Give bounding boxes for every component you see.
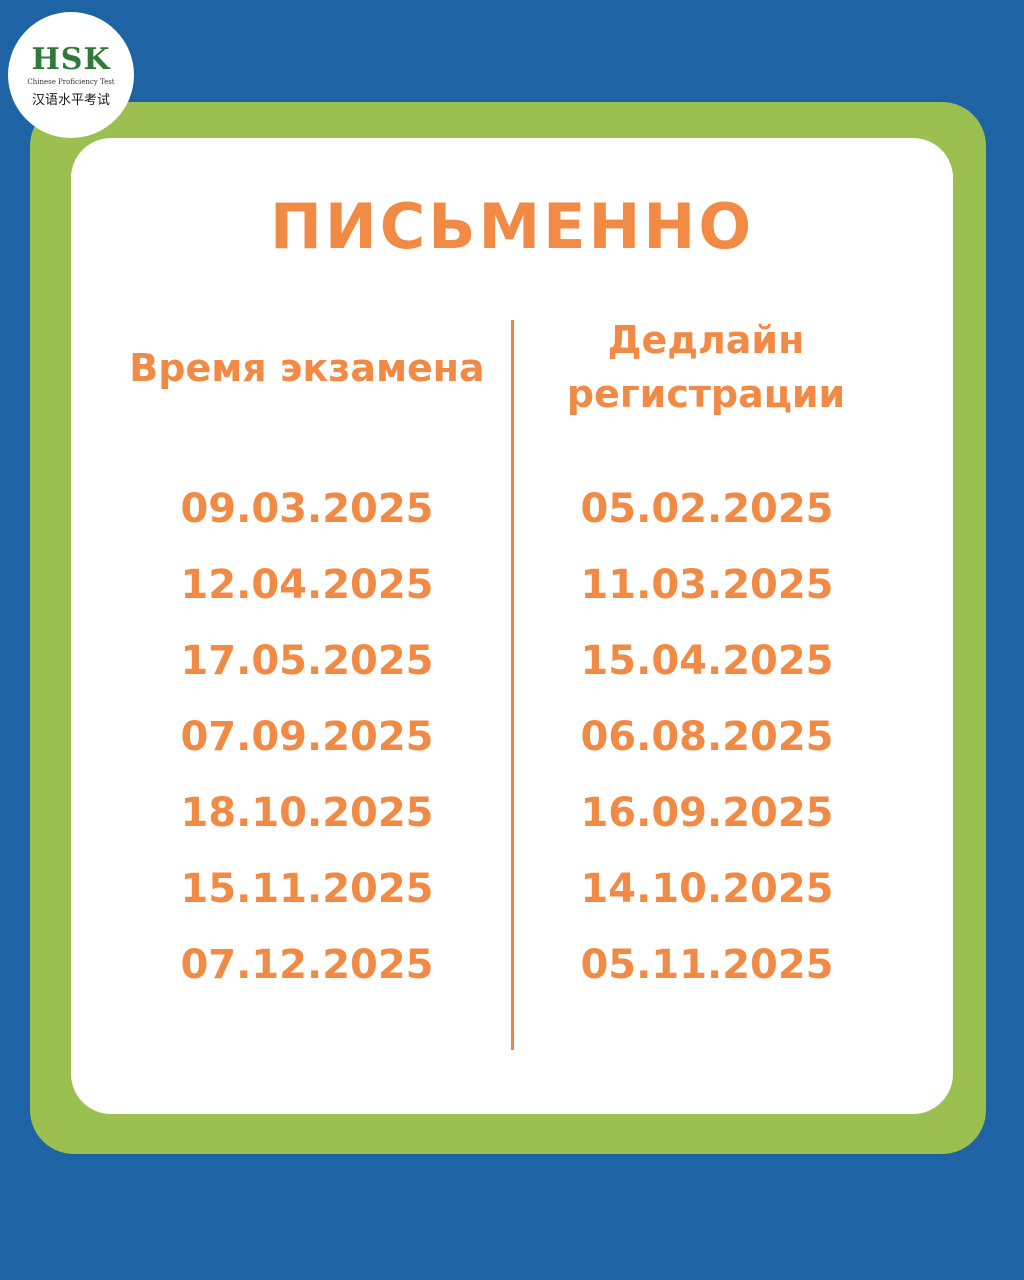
deadline-date-list: 05.02.2025 11.03.2025 15.04.2025 06.08.2… [511,476,903,1008]
hsk-logo: HSK Chinese Proficiency Test 汉语水平考试 [8,12,134,138]
deadline-header: Дедлайн регистрации [541,313,871,421]
exam-date: 18.10.2025 [180,790,434,836]
deadline-date: 11.03.2025 [580,562,834,608]
deadline-date: 05.02.2025 [580,486,834,532]
deadline-date: 14.10.2025 [580,866,834,912]
exam-date: 07.09.2025 [180,714,434,760]
deadline-date: 05.11.2025 [580,942,834,988]
exam-date: 09.03.2025 [180,486,434,532]
schedule-card: ПИСЬМЕННО Время экзамена Дедлайн регистр… [71,138,953,1114]
deadline-header-line-2: регистрации [566,372,846,416]
exam-date-list: 09.03.2025 12.04.2025 17.05.2025 07.09.2… [111,476,503,1008]
exam-date: 15.11.2025 [180,866,434,912]
deadline-date: 16.09.2025 [580,790,834,836]
deadline-header-line-1: Дедлайн [607,318,805,362]
logo-subtitle: Chinese Proficiency Test [27,78,115,86]
logo-main-text: HSK [31,42,111,77]
exam-date-header: Время экзамена [129,346,485,390]
logo-chinese-text: 汉语水平考试 [31,93,110,108]
page-title: ПИСЬМЕННО [269,190,755,263]
deadline-date: 06.08.2025 [580,714,834,760]
exam-date: 07.12.2025 [180,942,434,988]
exam-date: 17.05.2025 [180,638,434,684]
deadline-date: 15.04.2025 [580,638,834,684]
exam-date: 12.04.2025 [180,562,434,608]
